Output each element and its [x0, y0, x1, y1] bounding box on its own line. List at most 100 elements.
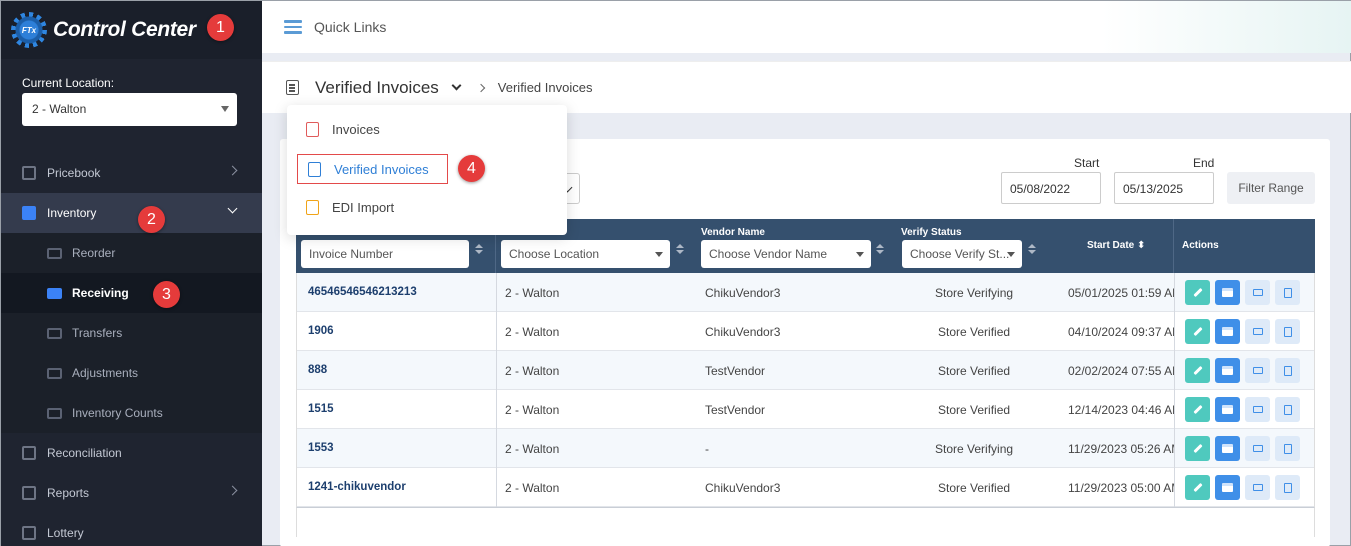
- callout-badge: 1: [207, 14, 234, 41]
- vendor-cell: TestVendor: [705, 403, 766, 417]
- edit-button[interactable]: [1185, 436, 1210, 461]
- start-date-cell: 05/01/2025 01:59 AM: [1068, 286, 1174, 300]
- hamburger-menu-icon[interactable]: [284, 20, 302, 34]
- document-icon: [1283, 326, 1292, 337]
- printer-icon: [1252, 289, 1263, 296]
- archive-button[interactable]: [1215, 358, 1240, 383]
- menu-item-invoices[interactable]: Invoices: [306, 122, 380, 137]
- current-location-select[interactable]: 2 - Walton: [22, 93, 237, 126]
- table-row[interactable]: 46546546546213213 2 - Walton ChikuVendor…: [297, 273, 1314, 312]
- vendor-name-filter[interactable]: Choose Vendor Name: [701, 240, 871, 268]
- document-button[interactable]: [1275, 358, 1300, 383]
- caret-down-icon: [655, 252, 663, 257]
- location-filter[interactable]: Choose Location: [501, 240, 670, 268]
- edit-button[interactable]: [1185, 319, 1210, 344]
- print-button[interactable]: [1245, 358, 1270, 383]
- document-button[interactable]: [1275, 397, 1300, 422]
- column-divider: [1173, 219, 1174, 273]
- start-date-input[interactable]: 05/08/2022: [1001, 172, 1101, 204]
- edit-button[interactable]: [1185, 358, 1210, 383]
- sidebar-item-inventory[interactable]: Inventory: [1, 193, 262, 233]
- archive-icon: [1222, 327, 1233, 336]
- current-location-label: Current Location:: [22, 76, 115, 90]
- sidebar-item-label: Adjustments: [72, 366, 139, 380]
- status-cell: Store Verified: [938, 325, 1011, 339]
- table-row[interactable]: 888 2 - Walton TestVendor Store Verified…: [297, 351, 1314, 390]
- sidebar-item-reconciliation[interactable]: Reconciliation: [1, 433, 262, 473]
- print-button[interactable]: [1245, 436, 1270, 461]
- column-divider: [1174, 351, 1175, 390]
- document-icon: [1283, 482, 1292, 493]
- column-divider: [1174, 429, 1175, 468]
- page-title-dropdown[interactable]: Verified Invoices: [315, 78, 439, 98]
- invoices-table: Invoice Number Choose Location Vendor Na…: [296, 219, 1315, 537]
- invoice-icon: [306, 122, 319, 137]
- edit-button[interactable]: [1185, 280, 1210, 305]
- archive-button[interactable]: [1215, 397, 1240, 422]
- quick-links-link[interactable]: Quick Links: [314, 19, 386, 35]
- table-row[interactable]: 1241-chikuvendor 2 - Walton ChikuVendor3…: [297, 468, 1314, 507]
- sidebar-item-label: Receiving: [72, 286, 129, 300]
- filter-range-button[interactable]: Filter Range: [1227, 172, 1315, 204]
- top-bar: Quick Links: [262, 1, 1351, 53]
- vendor-cell: -: [705, 442, 709, 456]
- archive-icon: [1222, 483, 1233, 492]
- menu-item-edi-import[interactable]: EDI Import: [306, 200, 394, 215]
- invoice-number-link[interactable]: 1553: [308, 442, 334, 454]
- sidebar-item-transfers[interactable]: Transfers: [1, 313, 262, 353]
- invoice-number-link[interactable]: 1515: [308, 403, 334, 415]
- invoice-number-link[interactable]: 1906: [308, 325, 334, 337]
- table-row[interactable]: 1515 2 - Walton TestVendor Store Verifie…: [297, 390, 1314, 429]
- sidebar-item-label: Transfers: [72, 326, 123, 340]
- print-button[interactable]: [1245, 319, 1270, 344]
- chart-icon: [22, 486, 36, 500]
- sidebar-item-pricebook[interactable]: Pricebook: [1, 153, 262, 193]
- brand-gear-icon: FTx: [11, 12, 47, 48]
- start-date-header[interactable]: Start Date ⬍: [1087, 240, 1145, 251]
- table-row[interactable]: 1906 2 - Walton ChikuVendor3 Store Verif…: [297, 312, 1314, 351]
- sidebar-item-inventory-counts[interactable]: Inventory Counts: [1, 393, 262, 433]
- table-row[interactable]: 1553 2 - Walton - Store Verifying 11/29/…: [297, 429, 1314, 468]
- document-button[interactable]: [1275, 319, 1300, 344]
- document-button[interactable]: [1275, 436, 1300, 461]
- column-divider: [1174, 312, 1175, 351]
- column-divider: [496, 312, 497, 351]
- actions-header: Actions: [1182, 240, 1219, 251]
- sidebar-item-adjustments[interactable]: Adjustments: [1, 353, 262, 393]
- sidebar-item-lottery[interactable]: Lottery: [1, 513, 262, 546]
- pencil-icon: [1192, 287, 1203, 298]
- sidebar-item-reports[interactable]: Reports: [1, 473, 262, 513]
- verify-status-filter[interactable]: Choose Verify St...: [902, 240, 1022, 268]
- sidebar-item-label: Reconciliation: [47, 446, 122, 460]
- invoice-number-link[interactable]: 888: [308, 364, 327, 376]
- sidebar-item-label: Reports: [47, 486, 90, 500]
- archive-button[interactable]: [1215, 319, 1240, 344]
- print-button[interactable]: [1245, 280, 1270, 305]
- inventory-icon: [22, 206, 36, 220]
- document-button[interactable]: [1275, 280, 1300, 305]
- archive-button[interactable]: [1215, 280, 1240, 305]
- archive-icon: [1222, 405, 1233, 414]
- menu-item-verified-invoices[interactable]: Verified Invoices: [297, 154, 448, 184]
- print-button[interactable]: [1245, 397, 1270, 422]
- column-divider: [1174, 468, 1175, 507]
- sidebar-item-reorder[interactable]: Reorder: [1, 233, 262, 273]
- end-date-input[interactable]: 05/13/2025: [1114, 172, 1214, 204]
- brand-badge: FTx: [21, 25, 37, 35]
- archive-button[interactable]: [1215, 436, 1240, 461]
- import-icon: [306, 200, 319, 215]
- document-icon: [1283, 365, 1292, 376]
- invoice-number-link[interactable]: 1241-chikuvendor: [308, 481, 406, 493]
- edit-button[interactable]: [1185, 475, 1210, 500]
- archive-button[interactable]: [1215, 475, 1240, 500]
- sidebar-item-receiving[interactable]: Receiving: [1, 273, 262, 313]
- document-button[interactable]: [1275, 475, 1300, 500]
- invoice-number-link[interactable]: 46546546546213213: [308, 286, 417, 298]
- print-button[interactable]: [1245, 475, 1270, 500]
- edit-button[interactable]: [1185, 397, 1210, 422]
- document-icon: [1283, 443, 1292, 454]
- chevron-right-icon: [476, 83, 486, 92]
- invoice-number-filter[interactable]: Invoice Number: [301, 240, 469, 268]
- chevron-down-icon[interactable]: [451, 80, 462, 91]
- printer-icon: [1252, 367, 1263, 374]
